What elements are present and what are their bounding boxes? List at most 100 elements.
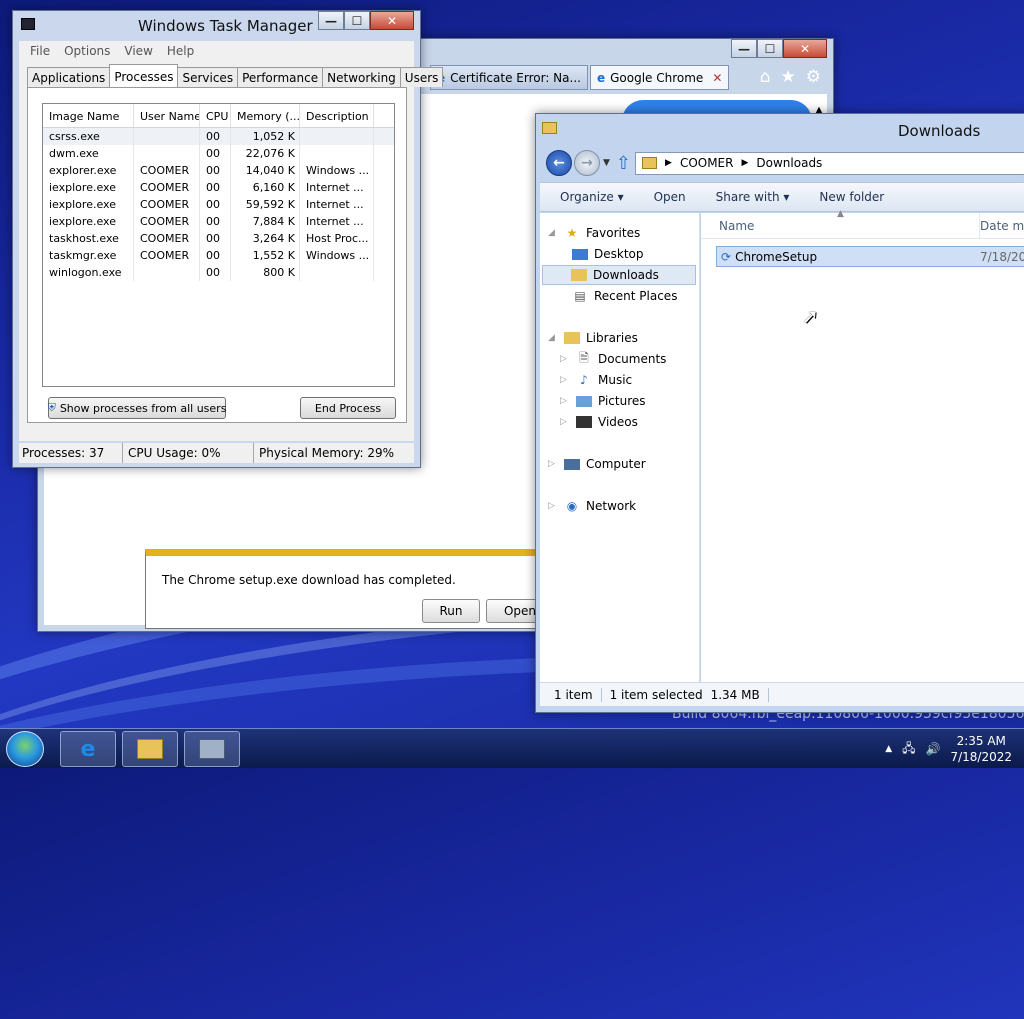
nav-pictures[interactable]: ▷ Pictures: [560, 391, 646, 411]
up-arrow-icon[interactable]: ⇧: [616, 153, 631, 174]
breadcrumb-coomer[interactable]: COOMER: [680, 156, 734, 170]
organize-button[interactable]: Organize ▾: [560, 190, 624, 204]
expand-triangle-icon[interactable]: ▷: [548, 501, 558, 511]
minimize-button[interactable]: —: [731, 39, 757, 58]
volume-icon[interactable]: 🔊: [926, 742, 941, 756]
ie-tab-certificate-error[interactable]: e Certificate Error: Na...: [430, 65, 588, 90]
ie-tab-label: Google Chrome: [610, 70, 704, 85]
tab-performance[interactable]: Performance: [237, 67, 324, 87]
tab-processes[interactable]: Processes: [109, 64, 179, 88]
navigation-pane: ◢ ★ Favorites Desktop Downloads ▤ Recent…: [540, 213, 700, 685]
table-row[interactable]: iexplore.exe COOMER 00 7,884 K Internet …: [43, 213, 394, 230]
column-cpu[interactable]: CPU: [200, 104, 231, 127]
ie-tab-google-chrome[interactable]: e Google Chrome ✕: [589, 65, 730, 90]
favorites-star-icon[interactable]: ★: [781, 67, 796, 87]
network-icon[interactable]: 🖧: [902, 739, 915, 760]
menu-options[interactable]: Options: [59, 44, 115, 58]
address-bar[interactable]: ▶ COOMER ▶ Downloads: [635, 151, 1024, 175]
cell-cpu: 00: [200, 230, 231, 247]
minimize-button[interactable]: —: [318, 11, 344, 30]
nav-computer[interactable]: ▷ Computer: [548, 454, 646, 474]
nav-favorites[interactable]: ◢ ★ Favorites: [548, 223, 640, 243]
tab-applications[interactable]: Applications: [27, 67, 111, 87]
close-tab-icon[interactable]: ✕: [712, 71, 722, 85]
pictures-icon: [576, 395, 592, 407]
start-button[interactable]: [6, 731, 44, 767]
table-row[interactable]: explorer.exe COOMER 00 14,040 K Windows …: [43, 162, 394, 179]
taskbar-windows-explorer[interactable]: [122, 731, 178, 767]
column-image-name[interactable]: Image Name: [43, 104, 134, 127]
close-button[interactable]: ✕: [783, 39, 827, 58]
taskbar-internet-explorer[interactable]: e: [60, 731, 116, 767]
cell-description: [300, 145, 374, 162]
processes-panel: Image Name User Name CPU Memory (... Des…: [27, 87, 407, 423]
table-row[interactable]: iexplore.exe COOMER 00 59,592 K Internet…: [43, 196, 394, 213]
file-list[interactable]: Name ▲ Date mo ⟳ ChromeSetup 7/18/202: [701, 209, 1024, 685]
back-button[interactable]: ←: [546, 150, 572, 176]
menu-view[interactable]: View: [119, 44, 157, 58]
clock[interactable]: 2:35 AM 7/18/2022: [950, 733, 1012, 765]
ie-logo-icon: e: [596, 70, 606, 85]
maximize-button[interactable]: ☐: [344, 11, 370, 30]
table-row[interactable]: csrss.exe 00 1,052 K: [43, 128, 394, 145]
status-size: 1.34 MB: [711, 687, 769, 702]
tab-networking[interactable]: Networking: [322, 67, 401, 87]
nav-documents[interactable]: ▷ 🗎 Documents: [560, 349, 666, 369]
column-memory[interactable]: Memory (...: [231, 104, 300, 127]
nav-desktop[interactable]: Desktop: [572, 244, 644, 264]
forward-button[interactable]: →: [574, 150, 600, 176]
menu-help[interactable]: Help: [162, 44, 199, 58]
table-row[interactable]: taskhost.exe COOMER 00 3,264 K Host Proc…: [43, 230, 394, 247]
nav-videos[interactable]: ▷ Videos: [560, 412, 638, 432]
menu-file[interactable]: File: [25, 44, 55, 58]
cell-cpu: 00: [200, 247, 231, 264]
breadcrumb-downloads[interactable]: Downloads: [756, 156, 822, 170]
run-button[interactable]: Run: [422, 599, 480, 623]
cell-user-name: [134, 264, 200, 281]
expand-triangle-icon[interactable]: ▷: [560, 417, 570, 427]
cell-image-name: iexplore.exe: [43, 213, 134, 230]
new-folder-button[interactable]: New folder: [819, 190, 884, 204]
expand-triangle-icon[interactable]: ▷: [560, 354, 570, 364]
expand-triangle-icon[interactable]: ◢: [548, 228, 558, 238]
tab-services[interactable]: Services: [177, 67, 239, 87]
show-hidden-icons-icon[interactable]: ▲: [885, 744, 892, 754]
close-button[interactable]: ✕: [370, 11, 414, 30]
nav-network[interactable]: ▷ ◉ Network: [548, 496, 636, 516]
ie-command-icons: ⌂ ★ ⚙: [760, 67, 821, 87]
tab-users[interactable]: Users: [399, 67, 444, 87]
table-row[interactable]: winlogon.exe 00 800 K: [43, 264, 394, 281]
nav-label: Documents: [598, 352, 667, 366]
table-row[interactable]: iexplore.exe COOMER 00 6,160 K Internet …: [43, 179, 394, 196]
column-date-modified[interactable]: Date mo: [980, 219, 1024, 233]
nav-label: Libraries: [586, 331, 638, 345]
expand-triangle-icon[interactable]: ◢: [548, 333, 558, 343]
open-button[interactable]: Open: [654, 190, 686, 204]
column-user-name[interactable]: User Name: [134, 104, 200, 127]
nav-recent-places[interactable]: ▤ Recent Places: [572, 286, 677, 306]
cell-description: Internet ...: [300, 179, 374, 196]
recent-pages-dropdown-icon[interactable]: ▼: [603, 158, 610, 168]
cell-image-name: taskmgr.exe: [43, 247, 134, 264]
process-table[interactable]: Image Name User Name CPU Memory (... Des…: [42, 103, 395, 387]
show-all-processes-button[interactable]: ⛨ Show processes from all users: [48, 397, 226, 419]
expand-triangle-icon[interactable]: ▷: [560, 396, 570, 406]
tab-strip: Applications Processes Services Performa…: [27, 64, 444, 88]
column-name[interactable]: Name: [719, 219, 754, 233]
download-message: The Chrome setup.exe download has comple…: [162, 573, 456, 587]
gear-icon[interactable]: ⚙: [806, 67, 821, 87]
share-with-button[interactable]: Share with ▾: [716, 190, 790, 204]
expand-triangle-icon[interactable]: ▷: [560, 375, 570, 385]
end-process-button[interactable]: End Process: [300, 397, 396, 419]
table-row[interactable]: taskmgr.exe COOMER 00 1,552 K Windows ..…: [43, 247, 394, 264]
file-row-chromesetup[interactable]: ⟳ ChromeSetup 7/18/202: [716, 246, 1024, 267]
taskbar-task-manager[interactable]: [184, 731, 240, 767]
table-row[interactable]: dwm.exe 00 22,076 K: [43, 145, 394, 162]
nav-downloads[interactable]: Downloads: [542, 265, 696, 285]
nav-music[interactable]: ▷ ♪ Music: [560, 370, 632, 390]
nav-libraries[interactable]: ◢ Libraries: [548, 328, 638, 348]
home-icon[interactable]: ⌂: [760, 67, 771, 87]
maximize-button[interactable]: ☐: [757, 39, 783, 58]
column-description[interactable]: Description: [300, 104, 374, 127]
expand-triangle-icon[interactable]: ▷: [548, 459, 558, 469]
